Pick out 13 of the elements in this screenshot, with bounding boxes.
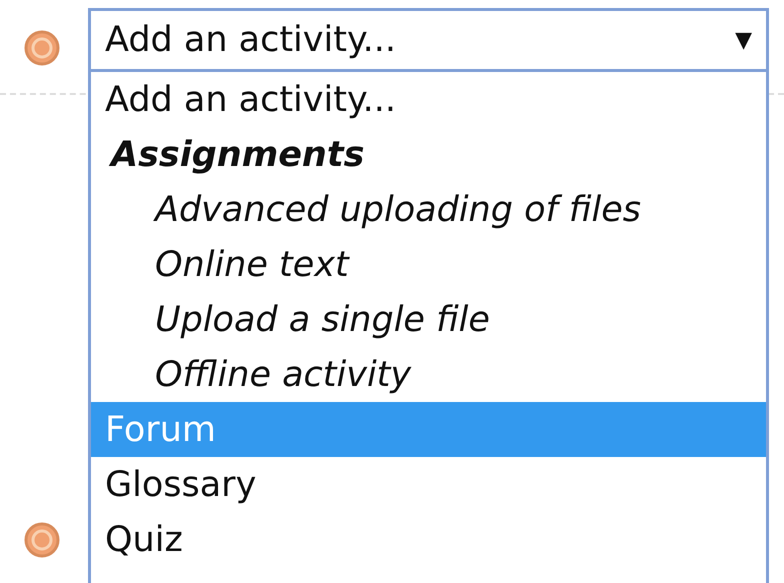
dropdown-option[interactable]: Quiz	[91, 512, 766, 567]
help-icon[interactable]	[24, 522, 60, 558]
option-group-label: Assignments	[91, 127, 766, 182]
dropdown-option[interactable]: Online text	[91, 237, 766, 292]
dropdown-option[interactable]: Glossary	[91, 457, 766, 512]
dropdown-option[interactable]: Upload a single file	[91, 292, 766, 347]
dropdown-option[interactable]: Offline activity	[91, 347, 766, 402]
dropdown-arrow-icon: ▼	[735, 28, 752, 52]
activity-select[interactable]: Add an activity... ▼	[88, 8, 769, 72]
dropdown-option[interactable]: Add an activity...	[91, 72, 766, 127]
help-icon[interactable]	[24, 30, 60, 66]
dropdown-option[interactable]: Advanced uploading of files	[91, 182, 766, 237]
select-value: Add an activity...	[105, 20, 398, 60]
